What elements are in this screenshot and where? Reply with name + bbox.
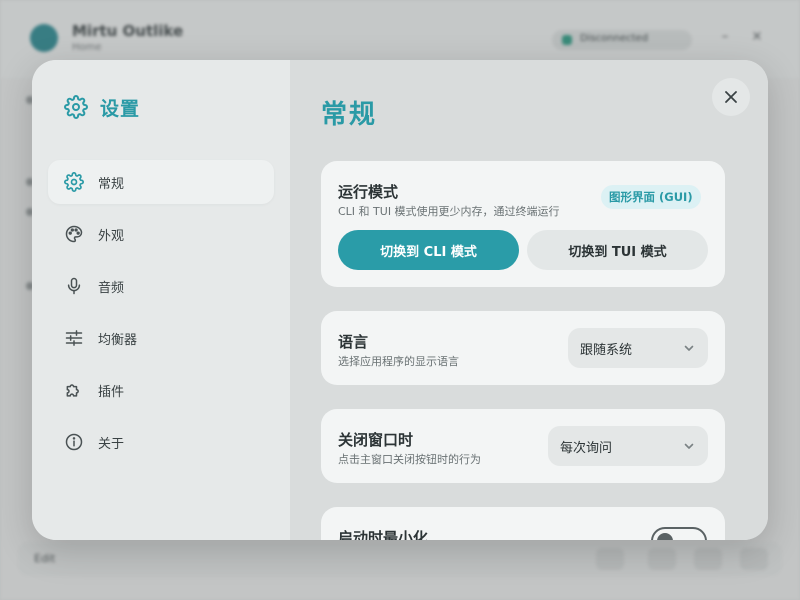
microphone-icon — [64, 276, 84, 296]
gear-icon — [64, 95, 88, 119]
sidebar-item-general[interactable]: 常规 — [48, 160, 274, 204]
language-description: 选择应用程序的显示语言 — [338, 355, 459, 368]
palette-icon — [64, 224, 84, 244]
start-minimized-card: 启动时最小化 — [321, 507, 725, 540]
start-minimized-title: 启动时最小化 — [338, 529, 429, 540]
run-mode-card: 运行模式 CLI 和 TUI 模式使用更少内存，通过终端运行 图形界面 (GUI… — [321, 161, 725, 287]
close-button[interactable] — [712, 78, 750, 116]
chevron-down-icon — [682, 439, 696, 453]
language-title: 语言 — [338, 333, 369, 351]
sidebar-item-label: 常规 — [98, 176, 125, 192]
language-select[interactable]: 跟随系统 — [568, 328, 708, 368]
close-window-select[interactable]: 每次询问 — [548, 426, 708, 466]
chevron-down-icon — [682, 341, 696, 355]
sidebar-item-label: 插件 — [98, 384, 125, 400]
run-mode-badge: 图形界面 (GUI) — [601, 185, 701, 209]
close-window-title: 关闭窗口时 — [338, 431, 414, 449]
puzzle-icon — [64, 380, 84, 400]
settings-title: 设置 — [100, 97, 141, 120]
sliders-icon — [64, 328, 84, 348]
settings-nav: 常规 外观 音频 均衡器 插件 关于 — [48, 160, 274, 472]
sidebar-header: 设置 — [64, 92, 140, 122]
settings-dialog: 设置 常规 外观 音频 均衡器 插件 关于 常规 运行模式 CLI 和 TUI … — [32, 60, 768, 540]
settings-main-panel: 常规 运行模式 CLI 和 TUI 模式使用更少内存，通过终端运行 图形界面 (… — [290, 60, 768, 540]
page-title: 常规 — [321, 100, 378, 130]
sidebar-item-label: 外观 — [98, 228, 125, 244]
close-window-description: 点击主窗口关闭按钮时的行为 — [338, 453, 481, 466]
close-window-select-value: 每次询问 — [560, 440, 613, 456]
switch-to-cli-button[interactable]: 切换到 CLI 模式 — [338, 230, 519, 270]
run-mode-title: 运行模式 — [338, 183, 399, 201]
gear-icon — [64, 172, 84, 192]
info-icon — [64, 432, 84, 452]
sidebar-item-plugins[interactable]: 插件 — [48, 368, 274, 412]
sidebar-item-label: 关于 — [98, 436, 125, 452]
switch-to-tui-button[interactable]: 切换到 TUI 模式 — [527, 230, 708, 270]
run-mode-description: CLI 和 TUI 模式使用更少内存，通过终端运行 — [338, 205, 560, 218]
close-window-card: 关闭窗口时 点击主窗口关闭按钮时的行为 每次询问 — [321, 409, 725, 483]
sidebar-item-audio[interactable]: 音频 — [48, 264, 274, 308]
sidebar-item-equalizer[interactable]: 均衡器 — [48, 316, 274, 360]
sidebar-item-appearance[interactable]: 外观 — [48, 212, 274, 256]
start-minimized-toggle[interactable] — [651, 527, 707, 540]
close-icon — [723, 89, 739, 105]
toggle-knob — [657, 533, 673, 540]
language-select-value: 跟随系统 — [580, 342, 633, 358]
sidebar-item-label: 音频 — [98, 280, 125, 296]
sidebar-item-label: 均衡器 — [98, 332, 138, 348]
language-card: 语言 选择应用程序的显示语言 跟随系统 — [321, 311, 725, 385]
settings-sidebar: 设置 常规 外观 音频 均衡器 插件 关于 — [32, 60, 290, 540]
sidebar-item-about[interactable]: 关于 — [48, 420, 274, 464]
